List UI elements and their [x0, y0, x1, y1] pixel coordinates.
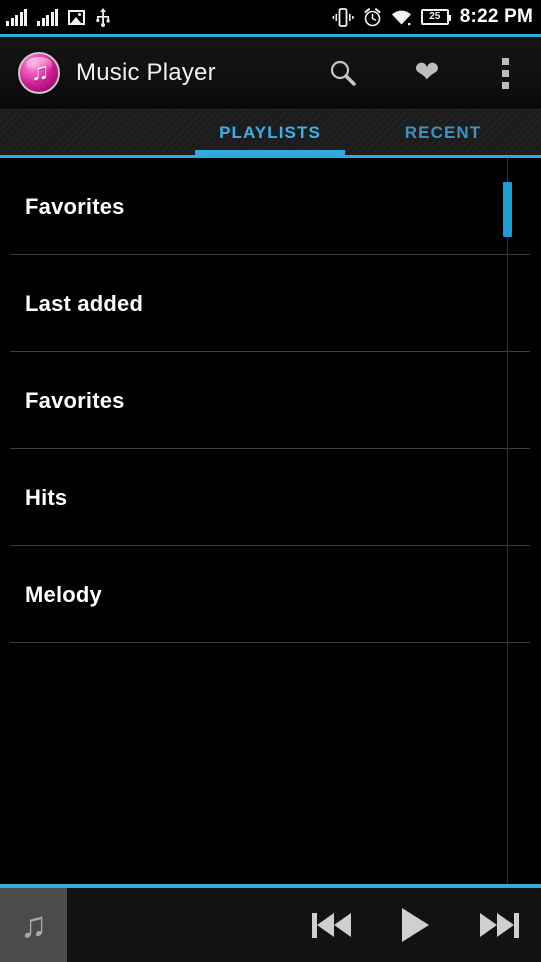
playlist-name: Favorites — [25, 387, 125, 413]
search-icon — [328, 58, 358, 88]
player-bar: ♫ — [0, 888, 541, 962]
scrollbar-thumb[interactable] — [503, 182, 512, 237]
playlist-list: Favorites Last added Favorites Hits Melo… — [0, 158, 541, 884]
page-title: Music Player — [76, 59, 216, 86]
status-bar-clock: 8:22 PM — [459, 6, 533, 27]
status-bar-right-icons: 25 8:22 PM — [332, 6, 533, 28]
list-item[interactable]: Favorites — [0, 352, 541, 449]
list-item[interactable]: Favorites — [0, 158, 541, 255]
tab-active-indicator — [195, 150, 345, 155]
tab-recent-label: RECENT — [404, 122, 482, 142]
play-button[interactable] — [373, 888, 457, 962]
skip-previous-icon — [311, 912, 351, 938]
playlist-name: Last added — [25, 290, 144, 316]
previous-button[interactable] — [289, 888, 373, 962]
alarm-clock-icon — [363, 7, 382, 27]
list-item[interactable]: Melody — [0, 546, 541, 643]
overflow-menu-icon — [501, 57, 509, 89]
list-item[interactable]: Hits — [0, 449, 541, 546]
tab-playlists-label: PLAYLISTS — [219, 122, 321, 142]
image-icon — [68, 9, 85, 25]
signal-bars-icon — [6, 8, 27, 26]
next-button[interactable] — [457, 888, 541, 962]
battery-icon: 25 — [420, 9, 451, 25]
playlist-name: Melody — [25, 581, 102, 607]
status-bar-left-icons — [6, 7, 111, 27]
tab-recent[interactable]: RECENT — [345, 110, 541, 155]
tab-spacer — [0, 110, 195, 155]
app-icon-glyph: ♫ — [30, 57, 50, 86]
phone-screen: 25 8:22 PM ♫ Music Player ❤ PLAYLISTS RE… — [0, 0, 541, 962]
play-icon — [401, 908, 429, 942]
heart-icon: ❤ — [414, 56, 440, 89]
playlist-name: Favorites — [25, 193, 125, 219]
usb-icon — [95, 7, 111, 27]
playlist-name: Hits — [25, 484, 68, 510]
tab-playlists[interactable]: PLAYLISTS — [195, 110, 345, 155]
vibrate-icon — [332, 7, 354, 27]
skip-next-icon — [479, 912, 519, 938]
signal-bars-icon-2 — [37, 8, 58, 26]
playback-controls — [289, 888, 541, 962]
wifi-icon — [391, 9, 412, 26]
music-note-icon: ♫ — [20, 904, 47, 945]
status-bar: 25 8:22 PM — [0, 0, 541, 34]
overflow-menu-button[interactable] — [469, 37, 541, 109]
favorites-button[interactable]: ❤ — [385, 37, 469, 109]
music-note-app-icon: ♫ — [18, 52, 60, 94]
scrollbar-track[interactable] — [507, 158, 508, 884]
search-button[interactable] — [301, 37, 385, 109]
action-bar: ♫ Music Player ❤ — [0, 37, 541, 109]
battery-level-text: 25 — [429, 11, 441, 22]
tab-bar: PLAYLISTS RECENT — [0, 109, 541, 155]
action-bar-actions: ❤ — [301, 37, 541, 109]
album-art-thumbnail[interactable]: ♫ — [0, 888, 67, 962]
list-item[interactable]: Last added — [0, 255, 541, 352]
